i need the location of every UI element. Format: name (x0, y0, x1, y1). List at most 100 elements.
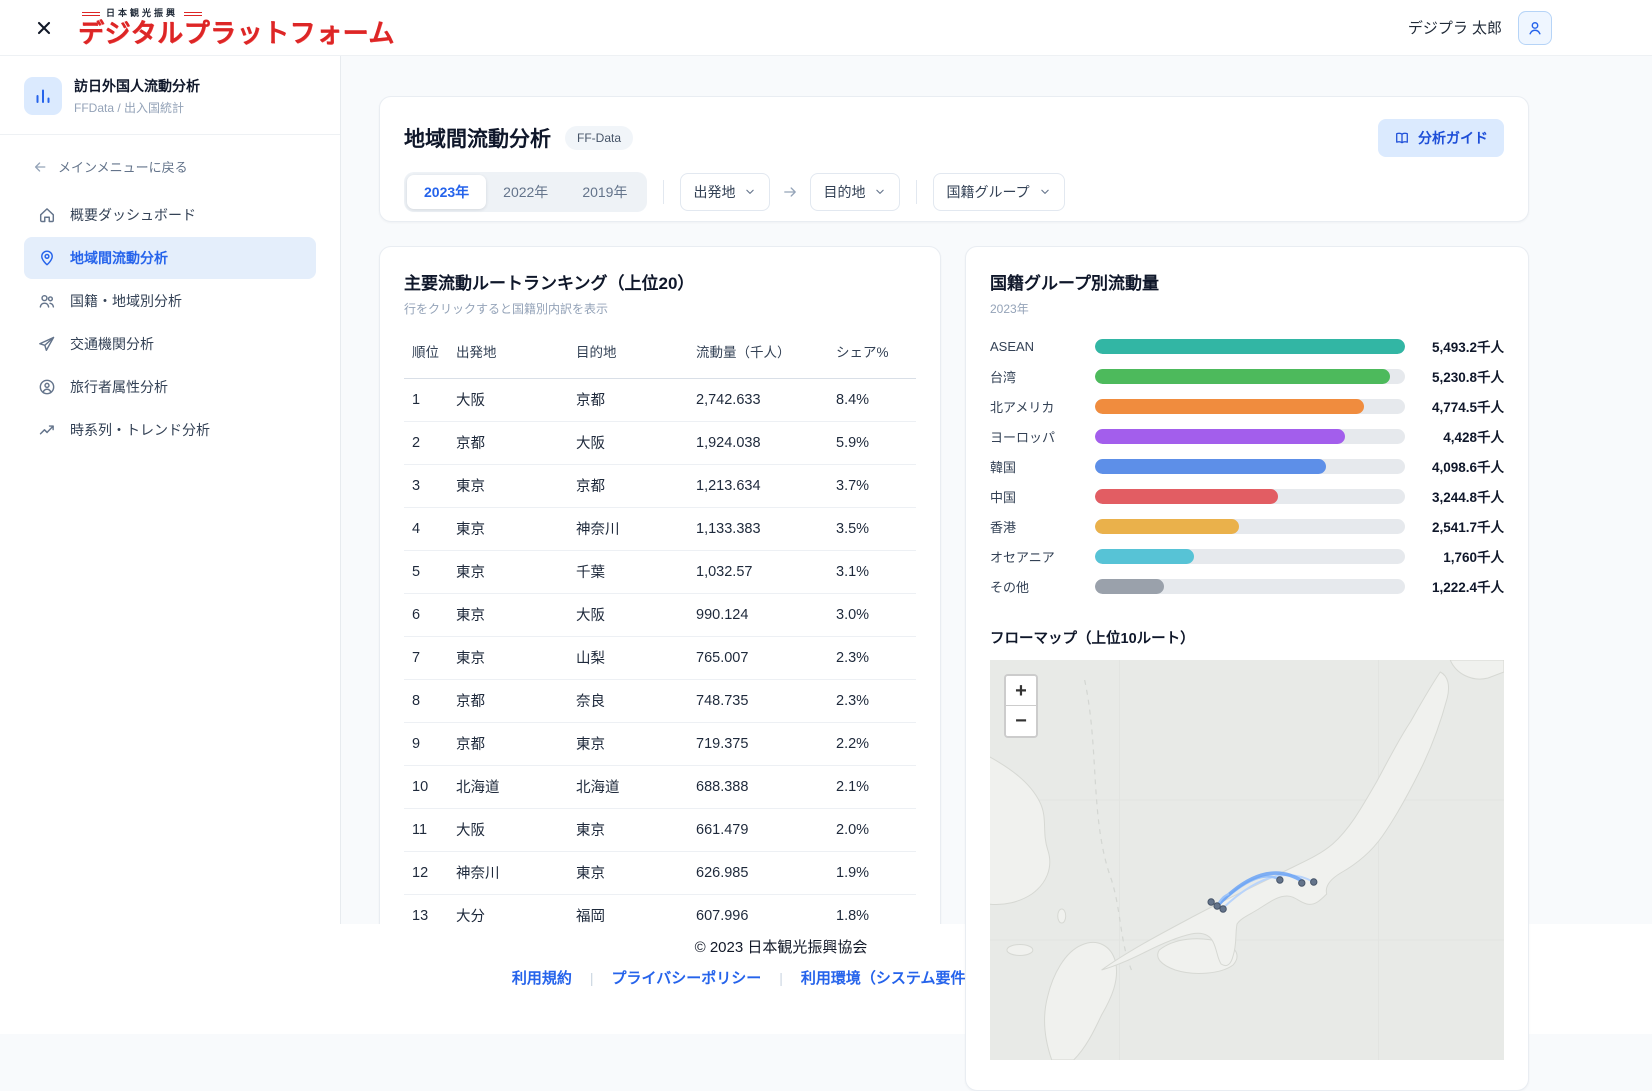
ranking-row-10[interactable]: 10北海道北海道688.3882.1% (404, 765, 916, 808)
ranking-row-9[interactable]: 9京都東京719.3752.2% (404, 722, 916, 765)
ranking-row-12[interactable]: 12神奈川東京626.9851.9% (404, 851, 916, 894)
destination-select[interactable]: 目的地 (810, 173, 900, 211)
origin-select[interactable]: 出発地 (680, 173, 770, 211)
bar-value: 4,774.5千人 (1417, 396, 1504, 416)
bar-track (1095, 429, 1405, 444)
bar-track (1095, 369, 1405, 384)
sidebar-header: 訪日外国人流動分析 FFData / 出入国統計 (0, 56, 340, 135)
app-title: 訪日外国人流動分析 (74, 76, 200, 96)
bar-row-8: その他1,222.4千人 (990, 571, 1504, 601)
cell-destination: 奈良 (568, 679, 688, 722)
cell-volume: 688.388 (688, 765, 828, 808)
bar-fill (1095, 519, 1239, 534)
sidebar-item-3[interactable]: 国籍・地域別分析 (24, 280, 316, 322)
cell-share: 8.4% (828, 378, 916, 421)
year-tab-2019[interactable]: 2019年 (565, 175, 644, 209)
trend-icon (38, 421, 56, 439)
flow-map[interactable]: + − (990, 660, 1504, 1060)
ranking-table: 順位 出発地 目的地 流動量（千人） シェア% 1大阪京都2,742.6338.… (404, 331, 916, 938)
sidebar-item-4[interactable]: 交通機関分析 (24, 323, 316, 365)
zoom-out-button[interactable]: − (1006, 706, 1036, 736)
ranking-row-11[interactable]: 11大阪東京661.4792.0% (404, 808, 916, 851)
bar-row-4: 韓国4,098.6千人 (990, 451, 1504, 481)
footer-separator: | (779, 970, 783, 986)
ranking-header-row: 順位 出発地 目的地 流動量（千人） シェア% (404, 331, 916, 378)
bar-track (1095, 519, 1405, 534)
bar-fill (1095, 489, 1278, 504)
cell-share: 2.3% (828, 679, 916, 722)
bar-label: 韓国 (990, 457, 1095, 476)
cell-destination: 東京 (568, 808, 688, 851)
cell-destination: 北海道 (568, 765, 688, 808)
sidebar-item-1[interactable]: 概要ダッシュボード (24, 194, 316, 236)
bar-label: ヨーロッパ (990, 427, 1095, 446)
cell-origin: 東京 (448, 550, 568, 593)
ranking-row-1[interactable]: 1大阪京都2,742.6338.4% (404, 378, 916, 421)
arrow-right-icon (782, 184, 798, 200)
back-link-label: メインメニューに戻る (58, 157, 188, 176)
bar-row-0: ASEAN5,493.2千人 (990, 331, 1504, 361)
year-tab-group: 2023年2022年2019年 (404, 172, 647, 212)
zoom-in-button[interactable]: + (1006, 676, 1036, 706)
cell-rank: 3 (404, 464, 448, 507)
year-tab-2023[interactable]: 2023年 (407, 175, 486, 209)
close-button[interactable] (32, 16, 56, 40)
bar-value: 3,244.8千人 (1417, 486, 1504, 506)
cell-volume: 1,213.634 (688, 464, 828, 507)
divider (663, 180, 664, 204)
ranking-row-8[interactable]: 8京都奈良748.7352.3% (404, 679, 916, 722)
footer-link-1[interactable]: プライバシーポリシー (612, 967, 762, 988)
year-tab-2022[interactable]: 2022年 (486, 175, 565, 209)
logo-subtitle: 日本観光振興 (82, 9, 202, 18)
cell-share: 3.5% (828, 507, 916, 550)
sidebar-item-label: 旅行者属性分析 (70, 377, 168, 397)
cell-share: 2.0% (828, 808, 916, 851)
nationality-chart-year: 2023年 (990, 300, 1504, 317)
sidebar-item-2[interactable]: 地域間流動分析 (24, 237, 316, 279)
ranking-row-3[interactable]: 3東京京都1,213.6343.7% (404, 464, 916, 507)
cell-rank: 7 (404, 636, 448, 679)
back-to-main-menu-link[interactable]: メインメニューに戻る (32, 157, 316, 176)
bar-row-6: 香港2,541.7千人 (990, 511, 1504, 541)
cell-rank: 4 (404, 507, 448, 550)
bar-value: 1,222.4千人 (1417, 576, 1504, 596)
cell-destination: 京都 (568, 464, 688, 507)
bar-row-7: オセアニア1,760千人 (990, 541, 1504, 571)
ranking-row-2[interactable]: 2京都大阪1,924.0385.9% (404, 421, 916, 464)
cell-volume: 2,742.633 (688, 378, 828, 421)
nationality-chart-title: 国籍グループ別流動量 (990, 269, 1504, 294)
cell-origin: 東京 (448, 593, 568, 636)
cell-origin: 大阪 (448, 808, 568, 851)
analysis-guide-button[interactable]: 分析ガイド (1378, 119, 1504, 157)
col-volume: 流動量（千人） (688, 331, 828, 378)
cell-origin: 東京 (448, 507, 568, 550)
origin-select-label: 出発地 (693, 182, 735, 202)
flowmap-title: フローマップ（上位10ルート） (990, 627, 1504, 648)
cell-volume: 626.985 (688, 851, 828, 894)
footer-link-2[interactable]: 利用環境（システム要件） (801, 967, 981, 988)
footer-link-0[interactable]: 利用規約 (512, 967, 572, 988)
ranking-row-5[interactable]: 5東京千葉1,032.573.1% (404, 550, 916, 593)
cell-origin: 京都 (448, 421, 568, 464)
cell-volume: 748.735 (688, 679, 828, 722)
cell-rank: 1 (404, 378, 448, 421)
app-logo: 日本観光振興 デジタルプラットフォーム (78, 9, 395, 46)
ranking-title: 主要流動ルートランキング（上位20） (404, 269, 916, 294)
bar-fill (1095, 549, 1194, 564)
cell-destination: 大阪 (568, 421, 688, 464)
bar-fill (1095, 339, 1405, 354)
sidebar-item-label: 概要ダッシュボード (70, 205, 196, 225)
analysis-header-card: 地域間流動分析 FF-Data 分析ガイド 2023年2022年2019年 出発… (379, 96, 1529, 222)
cell-share: 2.3% (828, 636, 916, 679)
sidebar-item-6[interactable]: 時系列・トレンド分析 (24, 409, 316, 451)
sidebar-item-5[interactable]: 旅行者属性分析 (24, 366, 316, 408)
book-icon (1394, 130, 1410, 146)
col-destination: 目的地 (568, 331, 688, 378)
ranking-row-4[interactable]: 4東京神奈川1,133.3833.5% (404, 507, 916, 550)
ranking-row-7[interactable]: 7東京山梨765.0072.3% (404, 636, 916, 679)
user-menu-button[interactable] (1518, 11, 1552, 45)
cell-rank: 6 (404, 593, 448, 636)
nationality-select[interactable]: 国籍グループ (933, 173, 1064, 211)
cell-volume: 661.479 (688, 808, 828, 851)
ranking-row-6[interactable]: 6東京大阪990.1243.0% (404, 593, 916, 636)
